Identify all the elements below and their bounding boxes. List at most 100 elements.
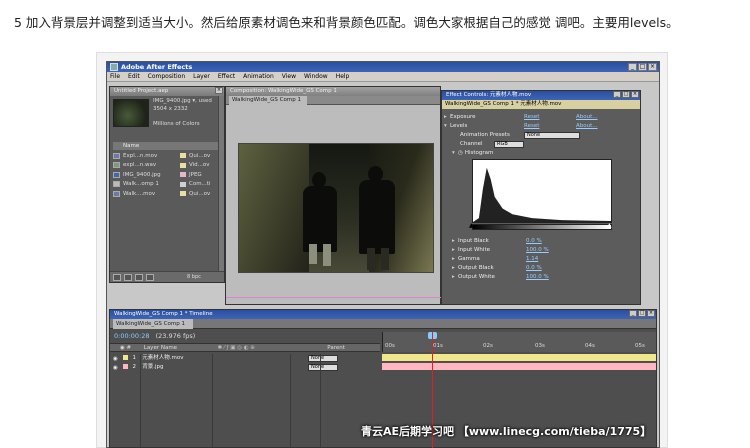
layer-name[interactable]: 背景.jpg: [142, 363, 306, 371]
layer-bar-2[interactable]: [382, 363, 656, 370]
panel-minimize-icon[interactable]: _: [629, 310, 637, 317]
panel-minimize-icon[interactable]: _: [613, 91, 621, 98]
param-value[interactable]: 100.0 %: [526, 247, 549, 253]
parent-dropdown[interactable]: None: [308, 355, 338, 362]
menu-effect[interactable]: Effect: [218, 72, 235, 81]
fx-exposure-row[interactable]: ▸ Exposure Reset About...: [444, 113, 598, 121]
menu-composition[interactable]: Composition: [148, 72, 185, 81]
levels-histogram[interactable]: [472, 159, 612, 223]
close-button[interactable]: ×: [648, 63, 657, 71]
frame-rate: (23.976 fps): [155, 332, 196, 340]
timeline-columns-header: ◉ # Layer Name ✱ ⁄ ƒ ▣ ◎ ◐ ⊕ Parent: [110, 343, 380, 352]
project-item-info: IMG_9400.jpg ▾, used 3504 x 2332 Million…: [153, 98, 212, 128]
figure-left-leg: [323, 244, 331, 266]
app-title: Adobe After Effects: [121, 63, 193, 71]
project-list-header: Name: [113, 142, 223, 150]
timecode[interactable]: 0:00:00:28: [114, 332, 150, 340]
menu-animation[interactable]: Animation: [243, 72, 274, 81]
param-gamma[interactable]: ▸ Gamma 1.14: [452, 255, 538, 263]
layer-row-1[interactable]: ◉ 1 元素材人物.mov None: [110, 354, 380, 362]
item-type: Qui...ov: [189, 190, 211, 197]
reset-link[interactable]: Reset: [524, 123, 576, 129]
input-black-handle-icon[interactable]: ▲: [469, 222, 474, 229]
param-output-white[interactable]: ▸ Output White 100.0 %: [452, 273, 549, 281]
param-value[interactable]: 0.0 %: [526, 238, 542, 244]
param-value[interactable]: 0.0 %: [526, 265, 542, 271]
label-color-swatch[interactable]: [122, 355, 128, 360]
figure-right: [359, 180, 395, 254]
comp-viewer[interactable]: [238, 143, 434, 273]
output-gradient: [472, 224, 612, 230]
layer-name[interactable]: 元素材人物.mov: [142, 354, 306, 362]
reset-link[interactable]: Reset: [524, 114, 576, 120]
timecode-display[interactable]: 0:00:00:28 (23.976 fps): [114, 332, 195, 340]
fx-levels-row[interactable]: ▾ Levels Reset About...: [444, 122, 598, 130]
param-output-black[interactable]: ▸ Output Black 0.0 %: [452, 264, 542, 272]
menu-file[interactable]: File: [110, 72, 120, 81]
after-effects-window: Adobe After Effects _ □ × File Edit Comp…: [106, 61, 660, 448]
trash-icon[interactable]: [146, 273, 154, 281]
channel-row: Channel RGB: [460, 140, 524, 148]
label-color-swatch[interactable]: [122, 364, 128, 369]
column-parent[interactable]: Parent: [327, 345, 345, 351]
maximize-button[interactable]: □: [638, 63, 647, 71]
timeline-title-text: WalkingWide_GS Comp 1 * Timeline: [114, 311, 213, 317]
list-item[interactable]: Walk....mov Qui...ov: [113, 189, 223, 199]
ruler-tick: 00s: [385, 343, 395, 349]
panel-close-icon[interactable]: ×: [647, 310, 655, 317]
menu-help[interactable]: Help: [336, 72, 350, 81]
minimize-button[interactable]: _: [628, 63, 637, 71]
list-item[interactable]: IMG_9400.jpg JPEG: [113, 170, 223, 180]
channel-dropdown[interactable]: RGB: [494, 140, 524, 148]
figure-right-leg: [381, 248, 389, 270]
layer-row-2[interactable]: ◉ 2 背景.jpg None: [110, 363, 380, 371]
histogram-label: Histogram: [464, 150, 494, 156]
item-name: IMG_9400.jpg: [123, 171, 161, 178]
stopwatch-icon[interactable]: ◷: [458, 150, 463, 156]
menu-view[interactable]: View: [282, 72, 296, 81]
param-label: Input White: [458, 247, 490, 253]
list-item[interactable]: Expl...n.mov Qui...ov: [113, 151, 223, 161]
project-panel-title: Untitled Project.aep ×: [110, 87, 224, 96]
parent-dropdown[interactable]: None: [308, 364, 338, 371]
panel-maximize-icon[interactable]: □: [622, 91, 630, 98]
eye-icon[interactable]: ◉: [113, 364, 119, 371]
layer-bar-1[interactable]: [382, 354, 656, 361]
param-input-white[interactable]: ▸ Input White 100.0 %: [452, 246, 549, 254]
param-input-black[interactable]: ▸ Input Black 0.0 %: [452, 237, 542, 245]
input-white-handle-icon[interactable]: ▲: [607, 222, 612, 229]
ruler-tick: 01s: [433, 343, 443, 349]
column-divider: [290, 354, 291, 447]
eye-icon[interactable]: ◉: [113, 355, 119, 362]
about-link[interactable]: About...: [576, 114, 598, 120]
column-layer-name[interactable]: Layer Name: [144, 344, 216, 353]
panel-maximize-icon[interactable]: □: [638, 310, 646, 317]
about-link[interactable]: About...: [576, 123, 598, 129]
param-value[interactable]: 1.14: [526, 256, 538, 262]
param-label: Output Black: [458, 265, 494, 271]
new-comp-icon[interactable]: [135, 273, 143, 281]
timeline-tab[interactable]: WalkingWide_GS Comp 1: [113, 319, 193, 329]
menu-layer[interactable]: Layer: [193, 72, 210, 81]
new-folder-icon[interactable]: [124, 273, 132, 281]
list-item[interactable]: expl...n.wav Vid...ov: [113, 161, 223, 171]
panel-close-icon[interactable]: ×: [215, 87, 223, 94]
menu-window[interactable]: Window: [304, 72, 328, 81]
figure-right-leg: [367, 248, 375, 270]
time-ruler[interactable]: 00s 01s 02s 03s 04s 05s: [382, 332, 656, 352]
interpret-footage-icon[interactable]: [113, 273, 121, 281]
param-value[interactable]: 100.0 %: [526, 274, 549, 280]
item-type: Qui...ov: [189, 152, 211, 159]
figure-left: [303, 186, 337, 252]
project-scrollbar[interactable]: [218, 96, 224, 271]
presets-dropdown[interactable]: None: [524, 131, 580, 139]
list-item[interactable]: Walk...omp 1 Com...ti: [113, 180, 223, 190]
param-label: Input Black: [458, 238, 489, 244]
info-line: IMG_9400.jpg ▾, used: [153, 98, 212, 104]
column-name[interactable]: Name: [113, 142, 173, 150]
bit-depth-button[interactable]: 8 bpc: [187, 274, 201, 280]
footage-icon: [113, 152, 120, 159]
comp-tab[interactable]: WalkingWide_GS Comp 1: [229, 96, 307, 105]
panel-close-icon[interactable]: ×: [631, 91, 639, 98]
menu-edit[interactable]: Edit: [128, 72, 140, 81]
